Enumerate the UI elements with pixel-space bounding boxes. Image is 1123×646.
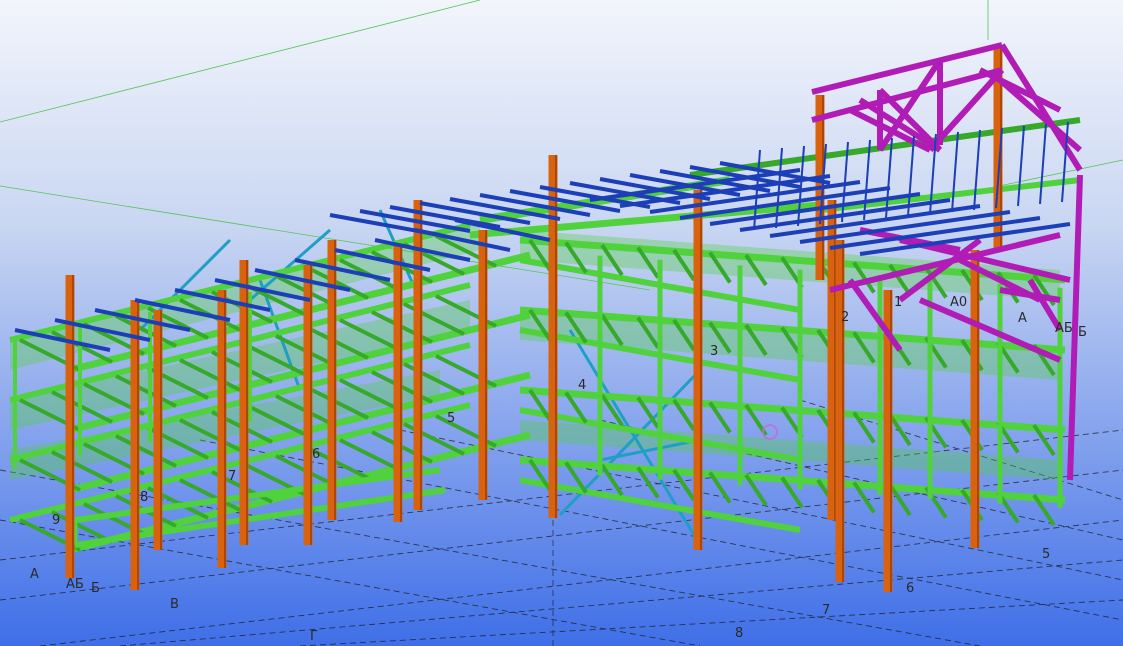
axis-label-6-bottom: 6: [906, 581, 914, 596]
axis-label-b-right: Б: [1078, 325, 1087, 340]
axis-label-6: 6: [312, 447, 320, 462]
axis-label-7: 7: [228, 469, 236, 484]
axis-label-b: Б: [91, 581, 100, 596]
axis-label-a: А: [30, 567, 39, 582]
axis-label-ab-right: АБ: [1055, 321, 1073, 336]
structure-model-3d[interactable]: 9 8 7 6 5 4 3 2 1 А АБ Б В Г А0 А АБ Б 5…: [0, 0, 1123, 646]
axis-label-8: 8: [140, 490, 148, 505]
axis-label-4: 4: [578, 378, 586, 393]
model-viewport[interactable]: 9 8 7 6 5 4 3 2 1 А АБ Б В Г А0 А АБ Б 5…: [0, 0, 1123, 646]
axis-label-v: В: [170, 597, 179, 612]
axis-label-3: 3: [710, 344, 718, 359]
axis-label-5: 5: [447, 411, 455, 426]
axis-label-a0: А0: [950, 295, 967, 310]
axis-label-5-bottom: 5: [1042, 547, 1050, 562]
axis-label-8-bottom: 8: [735, 626, 743, 641]
axis-label-a-right: А: [1018, 311, 1027, 326]
axis-label-1: 1: [894, 295, 902, 310]
axis-label-g: Г: [310, 629, 318, 644]
axis-label-ab: АБ: [66, 577, 84, 592]
axis-label-9: 9: [52, 513, 60, 528]
axis-label-2: 2: [841, 310, 849, 325]
axis-label-7-bottom: 7: [822, 603, 830, 618]
